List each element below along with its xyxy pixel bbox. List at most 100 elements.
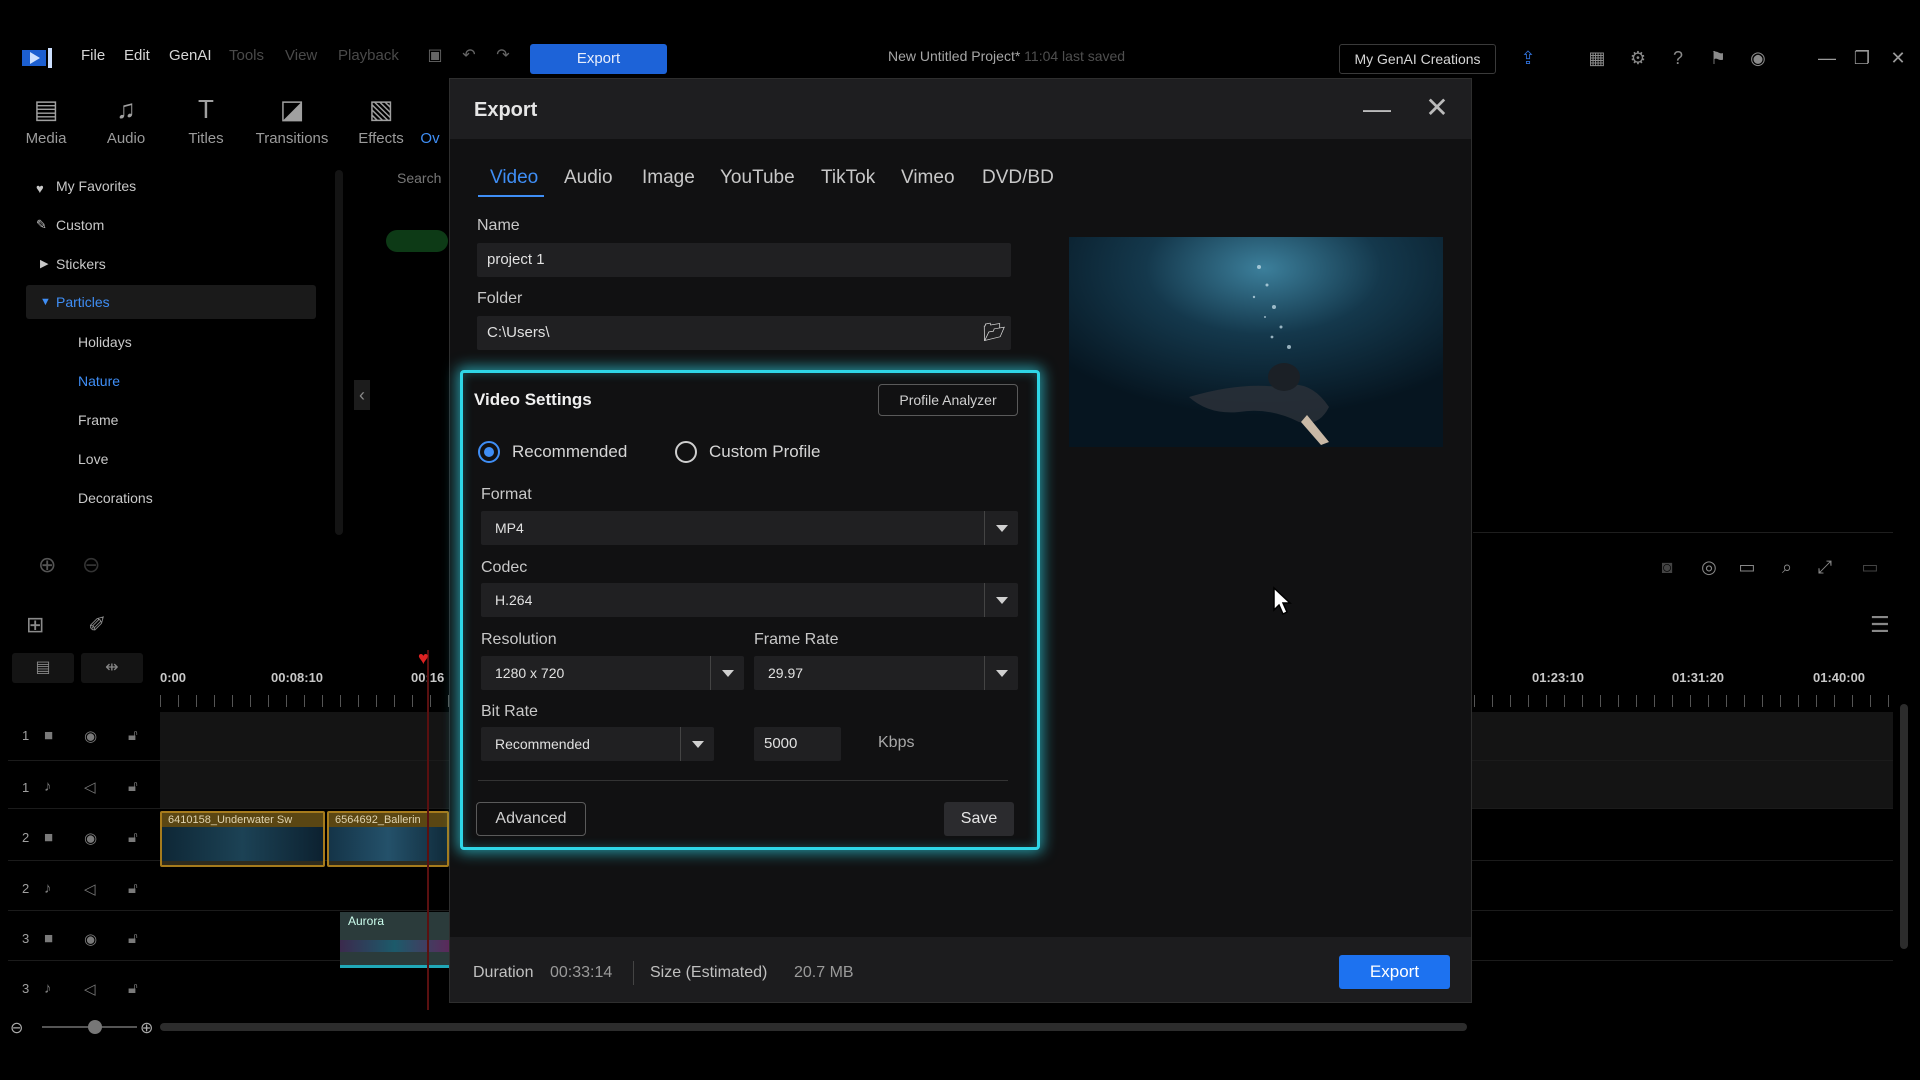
zoom-in-icon[interactable]: ⊕ xyxy=(140,1018,153,1038)
upload-icon[interactable]: ⇪ xyxy=(1516,46,1540,70)
lock-icon[interactable]: 🔓︎ xyxy=(128,727,138,744)
my-genai-creations-button[interactable]: My GenAI Creations xyxy=(1339,44,1496,74)
lock-icon[interactable]: 🔓︎ xyxy=(128,880,138,897)
eye-icon[interactable]: ◉ xyxy=(84,930,97,948)
frame-rate-select[interactable]: 29.97 xyxy=(754,656,1018,690)
folder-input[interactable]: C:\Users\ xyxy=(477,316,1011,350)
edit-pen-icon[interactable]: ✐ xyxy=(88,612,106,638)
play-settings-icon[interactable]: ◎ xyxy=(1697,555,1721,579)
profile-analyzer-button[interactable]: Profile Analyzer xyxy=(878,384,1018,416)
my-favorites-item[interactable]: My Favorites xyxy=(56,178,136,194)
timeline-clip[interactable]: Aurora xyxy=(340,912,449,968)
sub-nature[interactable]: Nature xyxy=(78,373,120,389)
menu-playback[interactable]: Playback xyxy=(338,47,399,64)
remove-tag-icon[interactable]: ⊖ xyxy=(82,552,100,578)
tab-effects[interactable]: ▧ Effects xyxy=(341,92,421,147)
particles-item[interactable]: Particles xyxy=(56,294,110,310)
redo-icon[interactable]: ↷ xyxy=(493,46,513,66)
left-panel-scrollbar[interactable] xyxy=(335,170,343,535)
custom-profile-radio[interactable] xyxy=(675,441,697,463)
notification-icon[interactable]: ⚑ xyxy=(1706,46,1730,70)
layout-icon[interactable]: ▦ xyxy=(1585,46,1609,70)
save-project-icon[interactable]: ▣ xyxy=(425,46,445,66)
tab-overlays[interactable]: Ov xyxy=(410,92,450,147)
aspect-ratio-icon[interactable]: ▭ xyxy=(1853,555,1887,579)
tab-transitions[interactable]: ◪ Transitions xyxy=(252,92,332,147)
collapse-panel-icon[interactable]: ‹ xyxy=(354,380,370,410)
bit-rate-input[interactable]: 5000 xyxy=(754,727,841,761)
sub-love[interactable]: Love xyxy=(78,451,108,467)
expand-arrow-icon[interactable]: ▶ xyxy=(40,257,48,270)
eye-icon[interactable]: ◉ xyxy=(84,829,97,847)
tab-video[interactable]: Video xyxy=(490,167,538,189)
resolution-select[interactable]: 1280 x 720 xyxy=(481,656,744,690)
tab-titles[interactable]: T Titles xyxy=(166,92,246,147)
tab-audio[interactable]: Audio xyxy=(564,167,613,189)
add-tag-icon[interactable]: ⊕ xyxy=(38,552,56,578)
tab-youtube[interactable]: YouTube xyxy=(720,167,795,189)
eye-icon[interactable]: ◉ xyxy=(84,727,97,745)
subtitle-icon[interactable]: ▭ xyxy=(1735,555,1759,579)
lock-icon[interactable]: 🔓︎ xyxy=(128,829,138,846)
tab-audio[interactable]: ♫ Audio xyxy=(86,92,166,147)
preview-seekbar[interactable] xyxy=(1473,532,1893,533)
snapshot-icon[interactable]: ◙ xyxy=(1655,555,1679,579)
save-button[interactable]: Save xyxy=(944,802,1014,836)
sub-holidays[interactable]: Holidays xyxy=(78,334,132,350)
custom-item[interactable]: Custom xyxy=(56,217,104,233)
tab-dvd-bd[interactable]: DVD/BD xyxy=(982,167,1054,189)
menu-file[interactable]: File xyxy=(81,47,105,64)
lock-icon[interactable]: 🔓︎ xyxy=(128,980,138,997)
fullscreen-icon[interactable]: ⤢ xyxy=(1813,555,1837,579)
search-partial-text[interactable]: Search xyxy=(397,170,441,186)
menu-edit[interactable]: Edit xyxy=(124,47,150,64)
dialog-close-icon[interactable]: ✕ xyxy=(1422,91,1452,124)
timeline-clip[interactable]: 6410158_Underwater Sw xyxy=(160,811,325,867)
sub-decorations[interactable]: Decorations xyxy=(78,490,153,506)
timeline-clip[interactable]: 6564692_Ballerin xyxy=(327,811,449,867)
timeline-mode-icon[interactable]: ⊞ xyxy=(26,612,44,638)
window-minimize-icon[interactable]: — xyxy=(1815,46,1839,70)
window-restore-icon[interactable]: ❐ xyxy=(1850,46,1874,70)
sub-frame[interactable]: Frame xyxy=(78,412,118,428)
tab-image[interactable]: Image xyxy=(642,167,695,189)
gear-icon[interactable]: ⚙ xyxy=(1626,46,1650,70)
lock-icon[interactable]: 🔓︎ xyxy=(128,778,138,795)
speaker-icon[interactable]: ◁ xyxy=(84,880,96,898)
undo-icon[interactable]: ↶ xyxy=(459,46,479,66)
export-button[interactable]: Export xyxy=(1339,955,1450,989)
timeline-vertical-scrollbar[interactable] xyxy=(1900,704,1908,949)
advanced-button[interactable]: Advanced xyxy=(476,802,586,836)
menu-tools[interactable]: Tools xyxy=(229,47,264,64)
dialog-minimize-icon[interactable]: — xyxy=(1362,93,1392,125)
format-select[interactable]: MP4 xyxy=(481,511,1018,545)
stickers-item[interactable]: Stickers xyxy=(56,256,106,272)
zoom-preview-icon[interactable]: ⌕ xyxy=(1775,555,1799,579)
track-manager-icon[interactable]: ▤ xyxy=(12,653,74,683)
speaker-icon[interactable]: ◁ xyxy=(84,778,96,796)
name-input[interactable]: project 1 xyxy=(477,243,1011,277)
menu-genai[interactable]: GenAI xyxy=(169,47,212,64)
zoom-slider-handle[interactable] xyxy=(88,1020,102,1034)
timeline-horizontal-scrollbar[interactable] xyxy=(160,1023,1467,1031)
tab-vimeo[interactable]: Vimeo xyxy=(901,167,955,189)
zoom-out-icon[interactable]: ⊖ xyxy=(10,1018,23,1038)
menu-view[interactable]: View xyxy=(285,47,317,64)
tab-media[interactable]: ▤ Media xyxy=(6,92,86,147)
help-icon[interactable]: ? xyxy=(1666,46,1690,70)
account-icon[interactable]: ◉ xyxy=(1746,46,1770,70)
top-export-button[interactable]: Export xyxy=(530,44,667,74)
window-close-icon[interactable]: ✕ xyxy=(1886,46,1910,70)
folder-open-icon[interactable]: 📂︎ xyxy=(983,322,1006,343)
tab-tiktok[interactable]: TikTok xyxy=(821,167,875,189)
recommended-radio[interactable] xyxy=(478,441,500,463)
collapse-arrow-icon[interactable]: ▼ xyxy=(40,296,51,308)
clip-thumbnail xyxy=(329,827,447,861)
codec-select[interactable]: H.264 xyxy=(481,583,1018,617)
fit-timeline-icon[interactable]: ⇹ xyxy=(81,653,143,683)
bit-rate-mode-select[interactable]: Recommended xyxy=(481,727,714,761)
lock-icon[interactable]: 🔓︎ xyxy=(128,930,138,947)
playhead-marker-icon[interactable]: ♥ xyxy=(418,648,429,669)
speaker-icon[interactable]: ◁ xyxy=(84,980,96,998)
timeline-settings-icon[interactable]: ☰ xyxy=(1870,612,1890,638)
